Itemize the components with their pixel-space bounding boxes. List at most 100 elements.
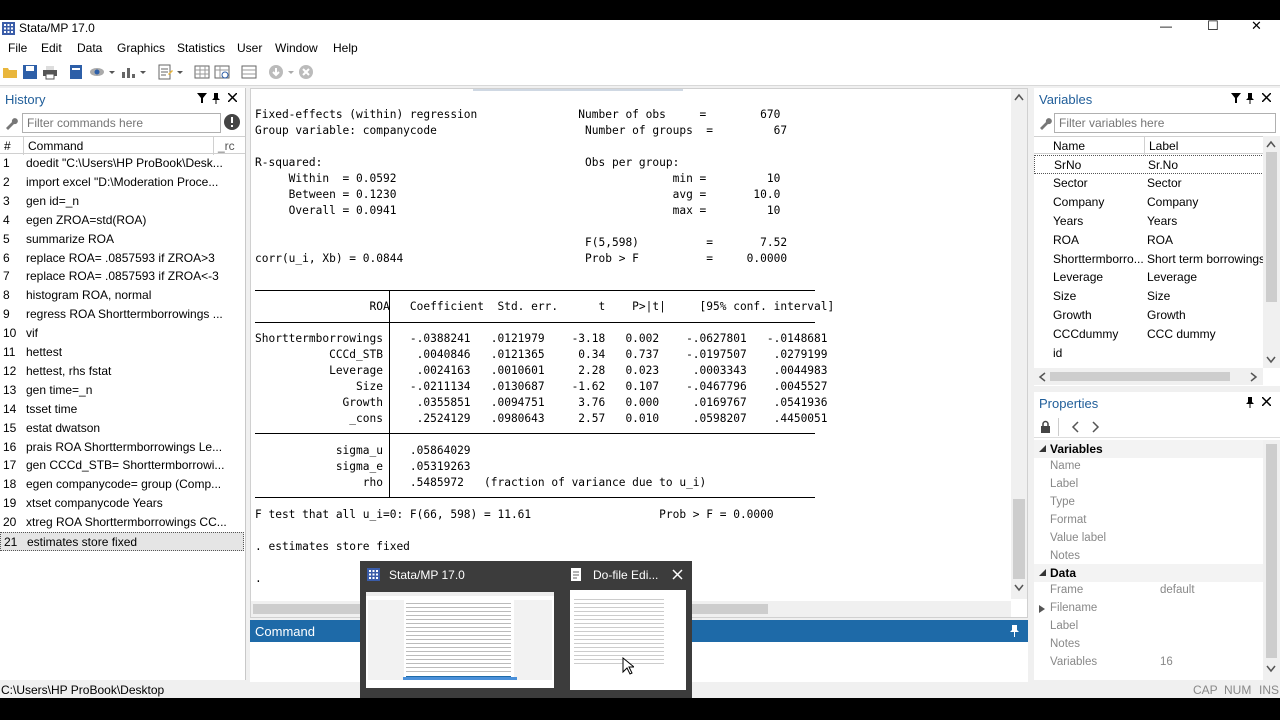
- variable-row[interactable]: Growth Growth: [1034, 306, 1264, 325]
- history-row[interactable]: 9 regress ROA Shorttermborrowings ...: [0, 305, 244, 324]
- break-icon[interactable]: [298, 64, 314, 80]
- history-row[interactable]: 12 hettest, rhs fstat: [0, 362, 244, 381]
- data-browser-icon[interactable]: [214, 64, 230, 80]
- property-row[interactable]: Frame default: [1034, 582, 1264, 600]
- chevron-right-icon[interactable]: [1092, 421, 1100, 433]
- chevron-left-icon[interactable]: [1038, 372, 1046, 382]
- property-row[interactable]: Filename: [1034, 600, 1264, 618]
- property-row[interactable]: Label: [1034, 476, 1264, 494]
- preview-dofile-title[interactable]: Do-file Edi...: [593, 568, 658, 582]
- lock-icon[interactable]: [1040, 420, 1051, 433]
- properties-section-variables[interactable]: Variables: [1034, 440, 1264, 458]
- close-button[interactable]: ✕: [1251, 18, 1262, 34]
- chevron-down-icon[interactable]: [1014, 584, 1024, 592]
- col-command[interactable]: Command: [28, 139, 83, 153]
- chevron-down-icon[interactable]: [139, 64, 147, 80]
- preview-stata-title[interactable]: Stata/MP 17.0: [389, 568, 465, 582]
- variables-filter-input[interactable]: [1054, 113, 1276, 133]
- variables-vertical-scrollbar[interactable]: [1263, 136, 1280, 368]
- variable-row[interactable]: Sector Sector: [1034, 174, 1264, 193]
- menu-user[interactable]: User: [237, 41, 262, 55]
- property-row[interactable]: Label: [1034, 618, 1264, 636]
- chevron-down-icon[interactable]: [1266, 356, 1276, 364]
- wrench-icon[interactable]: [4, 115, 19, 130]
- filter-icon[interactable]: [197, 93, 207, 103]
- chevron-up-icon[interactable]: [1266, 140, 1276, 148]
- variable-row[interactable]: SrNo Sr.No: [1034, 155, 1264, 174]
- history-row[interactable]: 21 estimates store fixed: [0, 532, 244, 551]
- pin-icon[interactable]: [1246, 93, 1254, 104]
- variable-row[interactable]: Company Company: [1034, 193, 1264, 212]
- property-row[interactable]: Value label: [1034, 530, 1264, 548]
- more-icon[interactable]: [268, 64, 284, 80]
- close-icon[interactable]: [228, 93, 237, 102]
- menu-window[interactable]: Window: [275, 41, 318, 55]
- history-row[interactable]: 15 estat dwatson: [0, 419, 244, 438]
- expand-icon[interactable]: [1039, 604, 1045, 613]
- collapse-icon[interactable]: [1039, 569, 1046, 576]
- variable-row[interactable]: Shorttermborro... Short term borrowings: [1034, 250, 1265, 269]
- variable-row[interactable]: Years Years: [1034, 212, 1264, 231]
- menu-file[interactable]: File: [8, 41, 27, 55]
- pin-icon[interactable]: [1246, 397, 1254, 408]
- history-row[interactable]: 6 replace ROA= .0857593 if ZROA>3: [0, 249, 244, 268]
- pin-icon[interactable]: [1010, 625, 1019, 637]
- history-filter-input[interactable]: [22, 113, 221, 133]
- variables-hscroll-thumb[interactable]: [1050, 372, 1230, 381]
- variables-scroll-thumb[interactable]: [1266, 152, 1277, 302]
- data-editor-icon[interactable]: [194, 64, 210, 80]
- info-icon[interactable]: [224, 114, 240, 130]
- col-label[interactable]: Label: [1149, 139, 1178, 153]
- menu-data[interactable]: Data: [77, 41, 102, 55]
- variable-row[interactable]: id: [1034, 344, 1264, 363]
- results-scroll-thumb[interactable]: [1013, 499, 1025, 579]
- close-icon[interactable]: [1262, 397, 1271, 406]
- history-row[interactable]: 14 tsset time: [0, 400, 244, 419]
- history-row[interactable]: 4 egen ZROA=std(ROA): [0, 211, 244, 230]
- history-row[interactable]: 7 replace ROA= .0857593 if ZROA<-3: [0, 267, 244, 286]
- properties-vertical-scrollbar[interactable]: [1263, 440, 1280, 680]
- chevron-down-icon[interactable]: [287, 64, 295, 80]
- close-icon[interactable]: [672, 569, 683, 580]
- wrench-icon[interactable]: [1038, 115, 1053, 130]
- variable-row[interactable]: ROA ROA: [1034, 231, 1264, 250]
- minimize-button[interactable]: —: [1160, 19, 1172, 33]
- chevron-down-icon[interactable]: [176, 64, 184, 80]
- menu-edit[interactable]: Edit: [41, 41, 62, 55]
- property-row[interactable]: Variables 16: [1034, 654, 1264, 672]
- history-row[interactable]: 13 gen time=_n: [0, 381, 244, 400]
- chevron-right-icon[interactable]: [1250, 372, 1258, 382]
- preview-dofile-thumbnail[interactable]: [570, 590, 686, 690]
- preview-stata-thumbnail[interactable]: [366, 592, 554, 688]
- menu-help[interactable]: Help: [333, 41, 358, 55]
- pin-icon[interactable]: [212, 93, 220, 104]
- property-row[interactable]: Type: [1034, 494, 1264, 512]
- properties-section-data[interactable]: Data: [1034, 564, 1264, 582]
- chevron-left-icon[interactable]: [1071, 421, 1079, 433]
- variables-manager-icon[interactable]: [241, 64, 257, 80]
- col-rc[interactable]: _rc: [218, 139, 235, 153]
- property-row[interactable]: Name: [1034, 458, 1264, 476]
- open-icon[interactable]: [2, 64, 18, 80]
- chevron-down-icon[interactable]: [108, 64, 116, 80]
- history-row[interactable]: 5 summarize ROA: [0, 230, 244, 249]
- viewer-icon[interactable]: [89, 64, 105, 80]
- property-row[interactable]: Notes: [1034, 548, 1264, 566]
- history-row[interactable]: 10 vif: [0, 324, 244, 343]
- maximize-button[interactable]: ☐: [1207, 18, 1219, 34]
- history-row[interactable]: 8 histogram ROA, normal: [0, 286, 244, 305]
- do-file-editor-icon[interactable]: [157, 64, 173, 80]
- chevron-down-icon[interactable]: [1266, 665, 1276, 673]
- variable-row[interactable]: CCCdummy CCC dummy: [1034, 325, 1264, 344]
- log-icon[interactable]: [68, 64, 84, 80]
- col-num[interactable]: #: [4, 139, 11, 153]
- graph-icon[interactable]: [120, 64, 136, 80]
- property-row[interactable]: Format: [1034, 512, 1264, 530]
- save-icon[interactable]: [22, 64, 38, 80]
- menu-graphics[interactable]: Graphics: [117, 41, 165, 55]
- print-icon[interactable]: [42, 64, 58, 80]
- chevron-up-icon[interactable]: [1014, 93, 1024, 101]
- history-row[interactable]: 3 gen id=_n: [0, 192, 244, 211]
- collapse-icon[interactable]: [1039, 445, 1046, 452]
- history-row[interactable]: 1 doedit "C:\Users\HP ProBook\Desk...: [0, 154, 244, 173]
